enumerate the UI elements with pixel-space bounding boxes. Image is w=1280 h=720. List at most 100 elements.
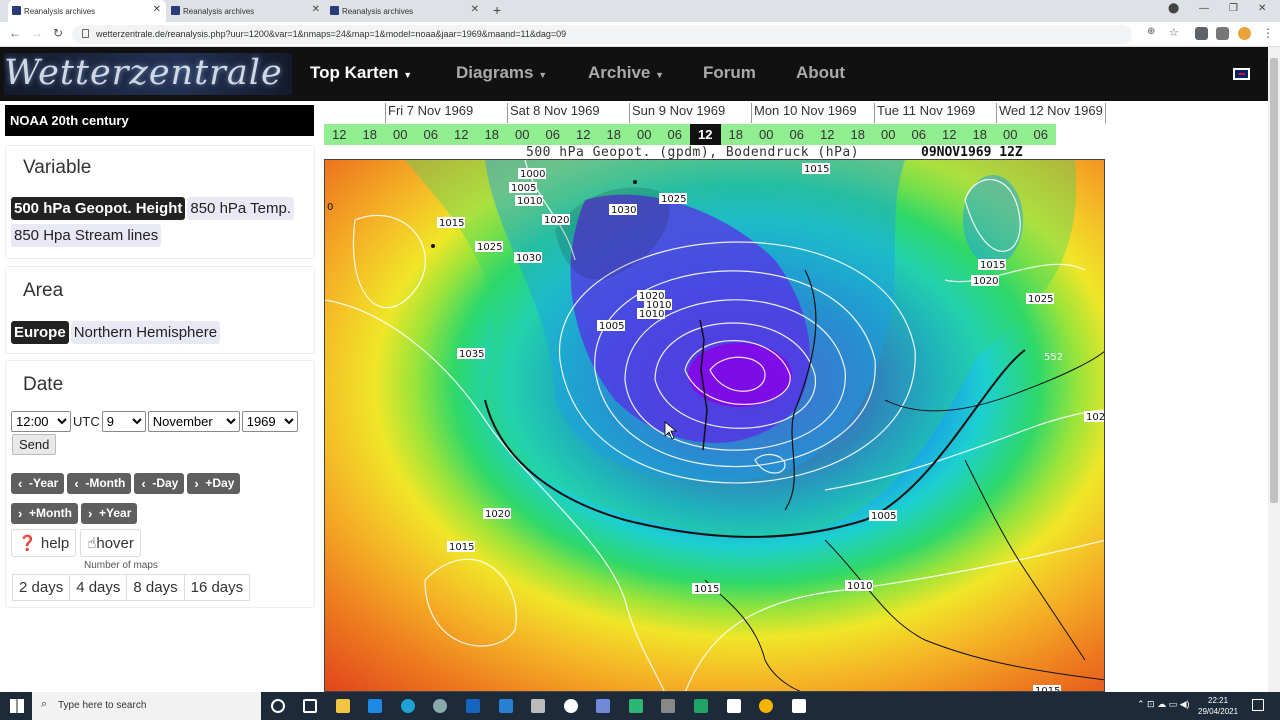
timeline-hour-cell[interactable]: 12 <box>690 124 721 145</box>
hour-select[interactable]: 12:00 <box>11 411 71 432</box>
timeline-hour-cell[interactable]: 00 <box>629 124 660 145</box>
year-select[interactable]: 1969 <box>241 411 298 432</box>
timeline-hour-cell[interactable]: 18 <box>354 124 385 145</box>
browser-tab-1[interactable]: Reanalysis archives ✕ <box>8 0 166 22</box>
app-icon[interactable] <box>661 699 675 713</box>
timeline-hour-cell[interactable]: 12 <box>568 124 599 145</box>
cortana-icon[interactable] <box>271 699 285 713</box>
task-view-icon[interactable] <box>303 699 317 713</box>
timeline-hour-cell[interactable]: 06 <box>415 124 446 145</box>
plus-month-button[interactable]: › +Month <box>11 503 78 524</box>
mail-icon[interactable] <box>368 699 382 713</box>
puzzle-icon[interactable] <box>1216 27 1229 40</box>
timeline-hour-cell[interactable]: 12 <box>324 124 355 145</box>
help-button[interactable]: ❓ help <box>11 529 77 557</box>
app-icon[interactable] <box>792 699 806 713</box>
month-select[interactable]: November <box>147 411 240 432</box>
zoom-icon[interactable]: ⊕ <box>1147 26 1155 37</box>
nav-diagrams[interactable]: Diagrams ▼ <box>456 63 547 83</box>
close-window-icon[interactable]: ✕ <box>1258 3 1266 14</box>
send-button[interactable]: Send <box>12 434 57 455</box>
timeline-hour-cell[interactable]: 18 <box>964 124 995 145</box>
nav-top-karten[interactable]: Top Karten ▼ <box>310 63 412 83</box>
reload-icon[interactable]: ↻ <box>53 26 63 40</box>
app-icon[interactable] <box>531 699 545 713</box>
discord-icon[interactable] <box>596 699 610 713</box>
file-explorer-icon[interactable] <box>336 699 350 713</box>
timeline-hour-cell[interactable]: 18 <box>598 124 629 145</box>
nav-archive[interactable]: Archive ▼ <box>588 63 664 83</box>
area-northern-hemisphere[interactable]: Northern Hemisphere <box>70 321 221 344</box>
weather-map[interactable]: 1000 1005 1010 1015 1020 1025 1030 1035 … <box>324 159 1105 692</box>
day-select[interactable]: 9 <box>101 411 146 432</box>
pressure-label: 1005 <box>599 321 624 332</box>
timeline-hour-cell[interactable]: 12 <box>934 124 965 145</box>
timeline-hour-cell[interactable]: 06 <box>903 124 934 145</box>
url-bar[interactable]: wetterzentrale.de/reanalysis.php?uur=120… <box>72 25 1132 44</box>
extension-icon[interactable] <box>1195 27 1208 40</box>
timeline-hour-cell[interactable]: 00 <box>751 124 782 145</box>
plus-day-button[interactable]: › +Day <box>187 473 241 494</box>
nmaps-8-days[interactable]: 8 days <box>126 574 185 601</box>
windows-start-icon[interactable] <box>10 699 24 713</box>
area-europe[interactable]: Europe <box>11 321 69 344</box>
browser-tab-3[interactable]: Reanalysis archives ✕ <box>326 0 484 22</box>
timeline-hour-cell[interactable]: 00 <box>995 124 1026 145</box>
close-tab-icon[interactable]: ✕ <box>471 4 479 15</box>
minimize-icon[interactable]: — <box>1199 3 1209 14</box>
minus-day-button[interactable]: ‹ -Day <box>134 473 185 494</box>
timeline-hour-cell[interactable]: 06 <box>781 124 812 145</box>
tab-search-icon[interactable]: ⬤ <box>1168 3 1179 14</box>
close-tab-icon[interactable]: ✕ <box>153 4 161 15</box>
maximize-icon[interactable]: ❐ <box>1229 3 1238 14</box>
scrollbar-thumb[interactable] <box>1270 58 1278 503</box>
nav-forum[interactable]: Forum <box>703 63 756 83</box>
app-icon[interactable] <box>564 699 578 713</box>
nmaps-4-days[interactable]: 4 days <box>69 574 128 601</box>
minus-year-button[interactable]: ‹ -Year <box>11 473 65 494</box>
timeline-hour-cell[interactable]: 12 <box>446 124 477 145</box>
bookmark-star-icon[interactable]: ☆ <box>1169 26 1179 39</box>
app-icon[interactable] <box>727 699 741 713</box>
timeline-hour-cell[interactable]: 00 <box>385 124 416 145</box>
minus-month-button[interactable]: ‹ -Month <box>67 473 132 494</box>
site-logo[interactable]: Wetterzentrale <box>4 53 292 95</box>
back-icon[interactable]: ← <box>9 26 21 40</box>
taskbar-clock[interactable]: 22:21 29/04/2021 <box>1198 695 1238 717</box>
pressure-label: 1030 <box>611 205 636 216</box>
variable-850hpa-temp[interactable]: 850 hPa Temp. <box>187 197 295 220</box>
profile-avatar-icon[interactable] <box>1238 27 1251 40</box>
nav-about[interactable]: About <box>796 63 845 83</box>
taskbar-search[interactable]: ⌕ Type here to search <box>32 692 261 720</box>
calendar-icon[interactable] <box>499 699 513 713</box>
uk-flag-icon[interactable] <box>1233 68 1250 80</box>
forward-icon[interactable]: → <box>31 26 43 40</box>
timeline-hour-cell[interactable]: 00 <box>873 124 904 145</box>
menu-kebab-icon[interactable]: ⋮ <box>1262 26 1274 40</box>
timeline-hour-cell[interactable]: 18 <box>720 124 751 145</box>
timeline-hour-cell[interactable]: 18 <box>476 124 507 145</box>
close-tab-icon[interactable]: ✕ <box>312 4 320 15</box>
new-tab-button[interactable]: + <box>493 2 501 18</box>
plus-year-button[interactable]: › +Year <box>81 503 138 524</box>
system-tray-icons[interactable]: ⌃ ⊡ ☁ ▭ ◀) <box>1137 699 1190 710</box>
onedrive-icon[interactable] <box>466 699 480 713</box>
app-icon[interactable] <box>433 699 447 713</box>
hover-button[interactable]: ☝hover <box>80 529 141 557</box>
timeline-hour-cell[interactable]: 06 <box>537 124 568 145</box>
variable-500hpa[interactable]: 500 hPa Geopot. Height <box>11 197 186 220</box>
timeline-hour-cell[interactable]: 06 <box>659 124 690 145</box>
app-icon[interactable] <box>629 699 643 713</box>
nmaps-2-days[interactable]: 2 days <box>12 574 71 601</box>
nmaps-16-days[interactable]: 16 days <box>183 574 251 601</box>
chrome-icon[interactable] <box>759 699 773 713</box>
timeline-hour-cell[interactable]: 06 <box>1025 124 1056 145</box>
notification-icon[interactable] <box>1252 699 1264 711</box>
timeline-hour-cell[interactable]: 18 <box>842 124 873 145</box>
timeline-hour-cell[interactable]: 12 <box>812 124 843 145</box>
edge-icon[interactable] <box>401 699 415 713</box>
browser-tab-2[interactable]: Reanalysis archives ✕ <box>167 0 325 22</box>
variable-850hpa-stream[interactable]: 850 Hpa Stream lines <box>11 224 162 247</box>
app-icon[interactable] <box>694 699 708 713</box>
timeline-hour-cell[interactable]: 00 <box>507 124 538 145</box>
